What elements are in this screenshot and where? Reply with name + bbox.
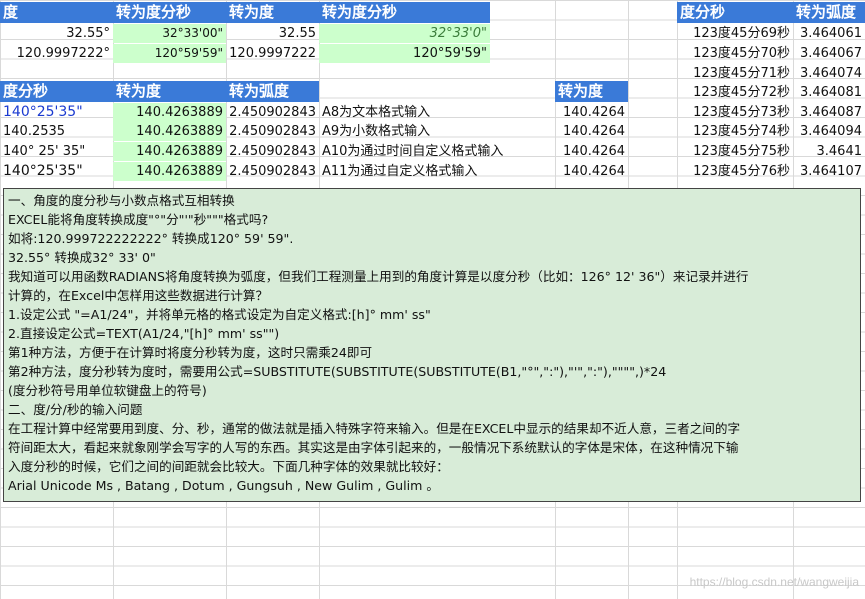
notes-line: 第2种方法，度分秒转为度时，需要用公式=SUBSTITUTE(SUBSTITUT…	[8, 364, 667, 379]
mid-note-2[interactable]: A9为小数格式输入	[319, 122, 555, 141]
mid-todeg-3[interactable]: 140.4263889	[113, 142, 226, 161]
right-dms-4[interactable]: 123度45分72秒	[677, 83, 793, 102]
header-mid-todeg[interactable]: 转为度	[113, 81, 226, 102]
cell-degree-1[interactable]: 32.55°	[0, 24, 113, 43]
right-dms-1[interactable]: 123度45分69秒	[677, 24, 793, 43]
notes-line: 我知道可以用函数RADIANS将角度转换为弧度，但我们工程测量上用到的角度计算是…	[8, 269, 749, 284]
notes-line: 在工程计算中经常要用到度、分、秒，通常的做法就是插入特殊字符来输入。但是在EXC…	[8, 421, 741, 436]
notes-line: 计算的，在Excel中怎样用这些数据进行计算？	[8, 288, 269, 303]
mid-dms-2[interactable]: 140.2535	[0, 122, 113, 141]
mid-todeg-2[interactable]: 140.4263889	[113, 122, 226, 141]
cell-dms-2[interactable]: 120°59'59"	[113, 44, 226, 63]
right-dms-5[interactable]: 123度45分73秒	[677, 103, 793, 122]
mid-todeg2-4[interactable]: 140.4264	[555, 162, 628, 181]
header-mid-dms[interactable]: 度分秒	[0, 81, 113, 102]
mid-todeg-4[interactable]: 140.4263889	[113, 162, 226, 181]
right-rad-7[interactable]: 3.4641	[793, 142, 865, 161]
mid-dms-1[interactable]: 140°25'35"	[0, 103, 113, 122]
mid-note-3[interactable]: A10为通过时间自定义格式输入	[319, 142, 555, 161]
watermark: https://blog.csdn.net/wangweijia	[689, 575, 859, 589]
right-rad-8[interactable]: 3.464107	[793, 162, 865, 181]
mid-dms-4[interactable]: 140°25'35"	[0, 162, 113, 181]
mid-note-1[interactable]: A8为文本格式输入	[319, 103, 555, 122]
notes-line: 符间距太大，看起来就象刚学会写字的人写的东西。其实这是由字体引起来的，一般情况下…	[8, 440, 739, 455]
cell-dms-1[interactable]: 32°33'00"	[113, 24, 226, 43]
right-dms-3[interactable]: 123度45分71秒	[677, 64, 793, 83]
header-mid-todeg-2[interactable]: 转为度	[555, 81, 628, 102]
mid-torad-2[interactable]: 2.450902843	[226, 122, 319, 141]
right-rad-4[interactable]: 3.464081	[793, 83, 865, 102]
right-rad-1[interactable]: 3.464061	[793, 24, 865, 43]
right-rad-2[interactable]: 3.464067	[793, 44, 865, 63]
notes-line: 一、角度的度分秒与小数点格式互相转换	[8, 193, 235, 208]
right-dms-7[interactable]: 123度45分75秒	[677, 142, 793, 161]
notes-line: 2.直接设定公式=TEXT(A1/24,"[h]° mm' ss"")	[8, 326, 280, 341]
right-dms-6[interactable]: 123度45分74秒	[677, 122, 793, 141]
mid-todeg2-3[interactable]: 140.4264	[555, 142, 628, 161]
notes-line: 32.55° 转换成32° 33' 0"	[8, 250, 156, 265]
cell-todeg-1[interactable]: 32.55	[226, 24, 319, 43]
notes-line: EXCEL能将角度转换成度"°"分"'"秒"""格式吗?	[8, 212, 269, 227]
right-dms-2[interactable]: 123度45分70秒	[677, 44, 793, 63]
notes-line: 1.设定公式 "=A1/24"，并将单元格的格式设定为自定义格式:[h]° mm…	[8, 307, 431, 322]
notes-line: 二、度/分/秒的输入问题	[8, 402, 143, 417]
mid-todeg2-2[interactable]: 140.4264	[555, 122, 628, 141]
notes-line: 入度分秒的时候，它们之间的间距就会比较大。下面几种字体的效果就比较好：	[8, 459, 449, 474]
mid-torad-1[interactable]: 2.450902843	[226, 103, 319, 122]
mid-note-4[interactable]: A11为通过自定义格式输入	[319, 162, 555, 181]
cell-todeg-2[interactable]: 120.9997222	[226, 44, 319, 63]
header-to-dms[interactable]: 转为度分秒	[113, 2, 226, 23]
cell-dms2-2[interactable]: 120°59'59"	[319, 44, 490, 63]
right-rad-5[interactable]: 3.464087	[793, 103, 865, 122]
header-degree[interactable]: 度	[0, 2, 113, 23]
cell-degree-2[interactable]: 120.9997222°	[0, 44, 113, 63]
mid-todeg2-1[interactable]: 140.4264	[555, 103, 628, 122]
mid-torad-4[interactable]: 2.450902843	[226, 162, 319, 181]
header-to-dms-2[interactable]: 转为度分秒	[319, 2, 490, 23]
notes-line: 如将:120.999722222222° 转换成120° 59' 59".	[8, 231, 294, 246]
mid-torad-3[interactable]: 2.450902843	[226, 142, 319, 161]
header-right-rad[interactable]: 转为弧度	[793, 2, 865, 23]
notes-textbox[interactable]: 一、角度的度分秒与小数点格式互相转换 EXCEL能将角度转换成度"°"分"'"秒…	[3, 188, 861, 502]
right-rad-3[interactable]: 3.464074	[793, 64, 865, 83]
right-rad-6[interactable]: 3.464094	[793, 122, 865, 141]
notes-line: Arial Unicode Ms , Batang , Dotum , Gung…	[8, 478, 439, 493]
mid-todeg-1[interactable]: 140.4263889	[113, 103, 226, 122]
header-mid-torad[interactable]: 转为弧度	[226, 81, 319, 102]
right-dms-8[interactable]: 123度45分76秒	[677, 162, 793, 181]
cell-dms2-1[interactable]: 32°33'0"	[319, 24, 490, 43]
notes-line: (度分秒符号用单位软键盘上的符号)	[8, 383, 207, 398]
notes-line: 第1种方法，方便于在计算时将度分秒转为度，这时只需乘24即可	[8, 345, 373, 360]
header-right-dms[interactable]: 度分秒	[677, 2, 793, 23]
mid-dms-3[interactable]: 140° 25' 35"	[0, 142, 113, 161]
header-to-degree[interactable]: 转为度	[226, 2, 319, 23]
